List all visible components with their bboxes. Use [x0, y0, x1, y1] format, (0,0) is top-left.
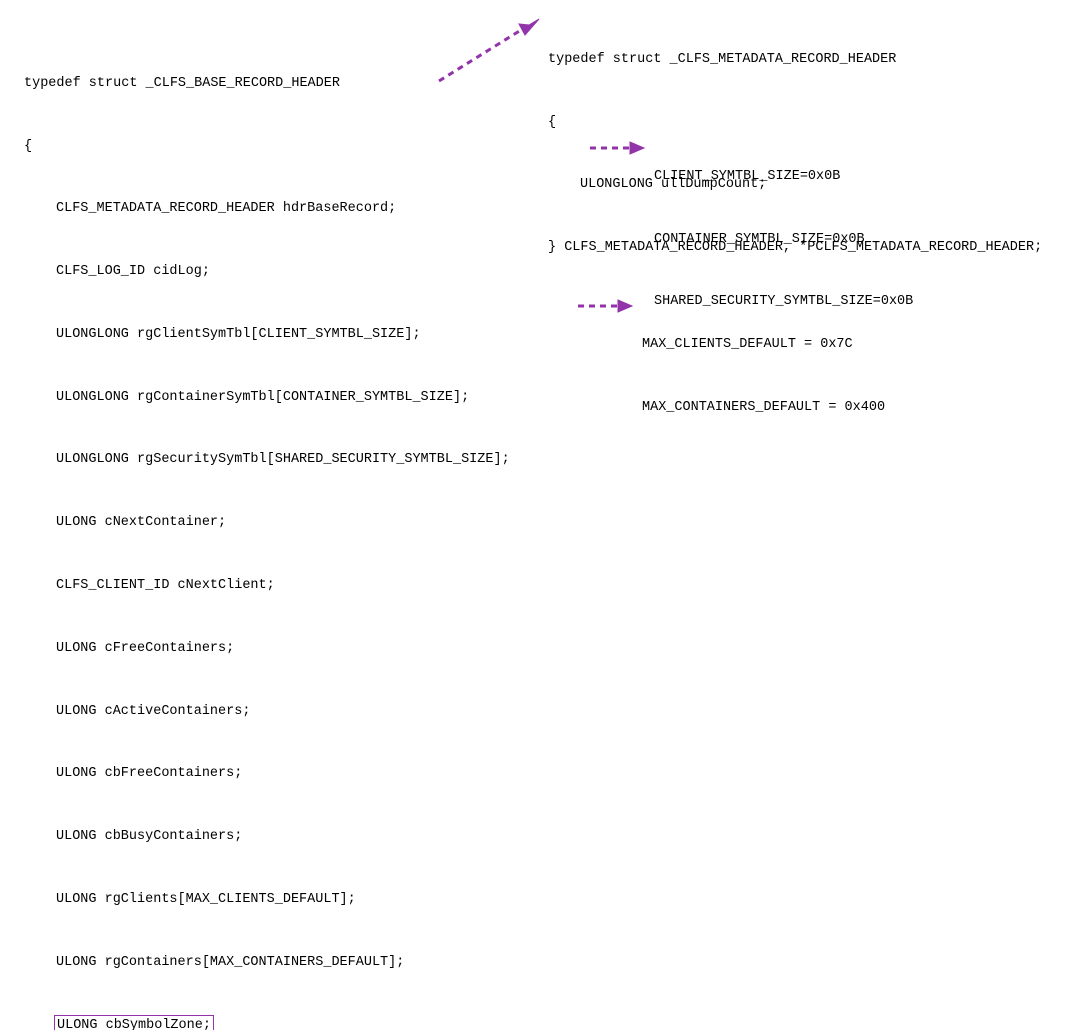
member-11: ULONG rgClients[MAX_CLIENTS_DEFAULT]; [24, 890, 510, 911]
member-8: ULONG cActiveContainers; [24, 702, 510, 723]
member-5: ULONG cNextContainer; [24, 513, 510, 534]
member-10: ULONG cbBusyContainers; [24, 827, 510, 848]
max-containers-default: MAX_CONTAINERS_DEFAULT = 0x400 [642, 398, 885, 419]
member-12: ULONG rgContainers[MAX_CONTAINERS_DEFAUL… [24, 953, 510, 974]
open-brace: { [24, 137, 510, 158]
member-6: CLFS_CLIENT_ID cNextClient; [24, 576, 510, 597]
member-1: CLFS_LOG_ID cidLog; [24, 262, 510, 283]
arrow-to-symtbl-icon [588, 140, 646, 156]
member-3: ULONGLONG rgContainerSymTbl[CONTAINER_SY… [24, 388, 510, 409]
member-7: ULONG cFreeContainers; [24, 639, 510, 660]
arrow-to-metadata-icon [435, 15, 545, 85]
container-symtbl-size: CONTAINER_SYMTBL_SIZE=0x0B [654, 230, 913, 251]
member-4: ULONGLONG rgSecuritySymTbl[SHARED_SECURI… [24, 450, 510, 471]
max-clients-default: MAX_CLIENTS_DEFAULT = 0x7C [642, 335, 885, 356]
max-defaults-block: MAX_CLIENTS_DEFAULT = 0x7C MAX_CONTAINER… [642, 293, 885, 439]
member-highlighted: ULONG cbSymbolZone; [24, 1015, 510, 1030]
member-2: ULONGLONG rgClientSymTbl[CLIENT_SYMTBL_S… [24, 325, 510, 346]
base-record-struct: typedef struct _CLFS_BASE_RECORD_HEADER … [24, 32, 510, 1030]
member-9: ULONG cbFreeContainers; [24, 764, 510, 785]
highlight-box: ULONG cbSymbolZone; [54, 1015, 214, 1030]
metadata-typedef-line: typedef struct _CLFS_METADATA_RECORD_HEA… [548, 50, 1042, 71]
client-symtbl-size: CLIENT_SYMTBL_SIZE=0x0B [654, 167, 913, 188]
member-0: CLFS_METADATA_RECORD_HEADER hdrBaseRecor… [24, 199, 510, 220]
arrow-to-maxdefaults-icon [576, 298, 634, 314]
